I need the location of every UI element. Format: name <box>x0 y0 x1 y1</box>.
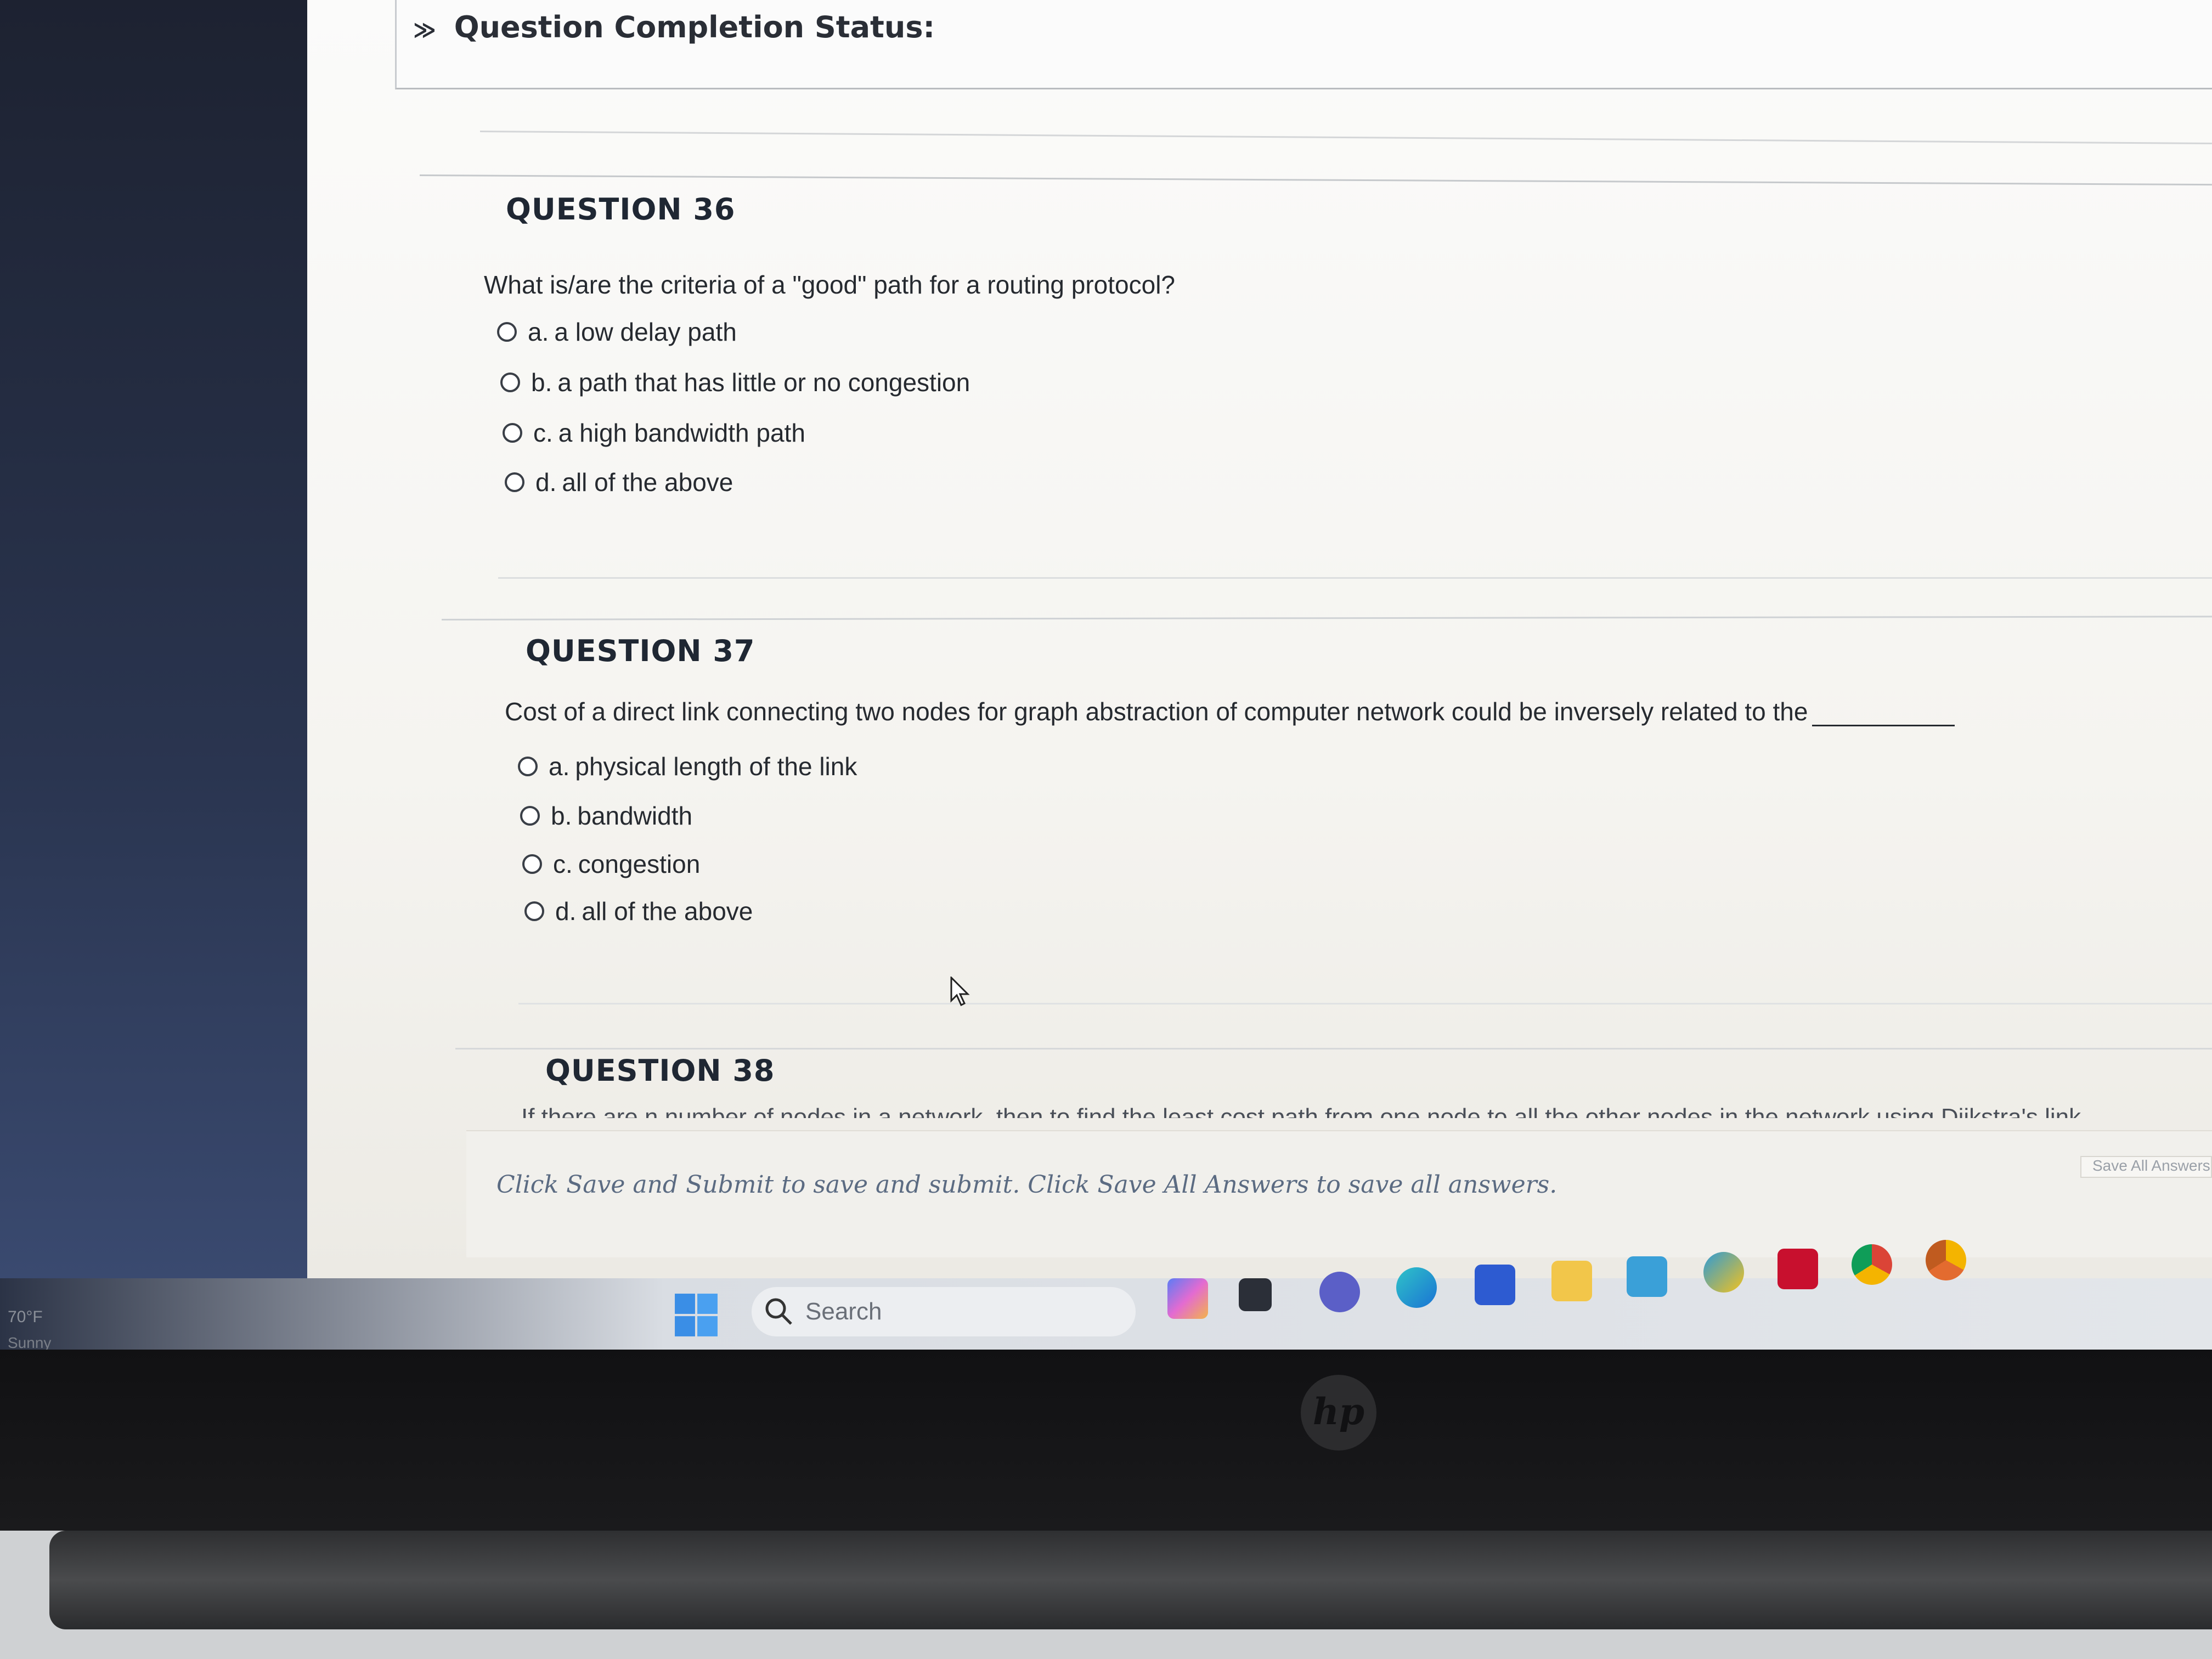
option-label: physical length of the link <box>575 752 857 781</box>
question-37-text: Cost of a direct link connecting two nod… <box>505 697 1955 726</box>
question-37-option-c[interactable]: c. congestion <box>522 849 700 879</box>
radio-button[interactable] <box>518 757 538 776</box>
question-36-heading: QUESTION 36 <box>506 192 736 227</box>
weather-description[interactable]: Sunny <box>8 1334 51 1350</box>
option-letter: d. <box>535 468 557 496</box>
option-letter: a. <box>528 318 549 346</box>
option-label: a path that has little or no congestion <box>557 368 970 397</box>
laptop-hinge <box>49 1531 2212 1629</box>
store-icon[interactable] <box>1475 1265 1515 1305</box>
hp-logo: hp <box>1301 1375 1376 1451</box>
task-view-icon[interactable] <box>1239 1278 1272 1311</box>
weather-temperature[interactable]: 70°F <box>8 1308 43 1327</box>
question-37-option-b[interactable]: b. bandwidth <box>520 801 692 831</box>
submit-footer: Click Save and Submit to save and submit… <box>466 1130 2212 1257</box>
radio-button[interactable] <box>500 373 520 392</box>
radio-button[interactable] <box>522 854 542 874</box>
option-label: a low delay path <box>554 318 737 346</box>
search-icon <box>765 1298 792 1325</box>
chrome-icon[interactable] <box>1852 1244 1892 1285</box>
option-label: a high bandwidth path <box>558 419 805 447</box>
search-placeholder: Search <box>805 1298 882 1325</box>
option-letter: d. <box>555 897 577 926</box>
file-explorer-icon[interactable] <box>1551 1261 1592 1301</box>
option-letter: a. <box>549 752 570 781</box>
question-completion-status-bar[interactable]: ≫ Question Completion Status: <box>395 0 2212 89</box>
question-36-option-c[interactable]: c. a high bandwidth path <box>503 418 805 448</box>
question-36-option-d[interactable]: d. all of the above <box>505 467 733 497</box>
mcafee-icon[interactable] <box>1778 1249 1818 1289</box>
screen: ≫ Question Completion Status: QUESTION 3… <box>0 0 2212 1350</box>
question-37-option-d[interactable]: d. all of the above <box>524 896 753 926</box>
svg-text:hp: hp <box>1313 1390 1364 1433</box>
divider <box>518 1003 2212 1005</box>
radio-button[interactable] <box>497 322 517 342</box>
option-letter: c. <box>553 850 573 878</box>
mouse-cursor-icon <box>950 977 970 1007</box>
taskbar-search-box[interactable]: Search <box>752 1287 1136 1336</box>
divider <box>498 577 2212 579</box>
app-icon[interactable] <box>1703 1252 1744 1293</box>
save-all-answers-button[interactable]: Save All Answers <box>2080 1156 2212 1178</box>
status-title-label: Question Completion Status: <box>454 10 935 44</box>
copilot-icon[interactable] <box>1167 1278 1208 1319</box>
status-title[interactable]: ≫ Question Completion Status: <box>413 10 935 44</box>
option-label: all of the above <box>562 468 733 496</box>
option-label: bandwidth <box>577 802 693 830</box>
divider <box>455 1048 2212 1049</box>
app-icon[interactable] <box>1627 1256 1667 1297</box>
question-37-option-a[interactable]: a. physical length of the link <box>518 752 857 781</box>
radio-button[interactable] <box>505 472 524 492</box>
option-letter: b. <box>531 368 552 397</box>
teams-icon[interactable] <box>1319 1272 1360 1312</box>
radio-button[interactable] <box>503 423 522 443</box>
question-37-heading: QUESTION 37 <box>526 634 755 668</box>
option-label: all of the above <box>582 897 753 926</box>
option-letter: b. <box>551 802 572 830</box>
question-38-text: If there are n number of nodes in a netw… <box>521 1104 2081 1118</box>
chrome-canary-icon[interactable] <box>1926 1240 1966 1280</box>
edge-icon[interactable] <box>1396 1267 1437 1308</box>
radio-button[interactable] <box>524 901 544 921</box>
laptop-bezel: hp <box>0 1350 2212 1531</box>
question-36-option-a[interactable]: a. a low delay path <box>497 317 737 347</box>
chevron-down-icon[interactable]: ≫ <box>413 18 436 43</box>
radio-button[interactable] <box>520 806 540 826</box>
option-label: congestion <box>578 850 701 878</box>
windows-start-icon[interactable] <box>674 1293 719 1338</box>
option-letter: c. <box>533 419 553 447</box>
question-37-text-body: Cost of a direct link connecting two nod… <box>505 697 1808 726</box>
question-36-text: What is/are the criteria of a "good" pat… <box>484 270 1176 299</box>
answer-blank <box>1812 703 1955 726</box>
footer-instruction: Click Save and Submit to save and submit… <box>496 1171 1558 1199</box>
question-36-option-b[interactable]: b. a path that has little or no congesti… <box>500 368 970 397</box>
question-38-heading: QUESTION 38 <box>545 1053 775 1088</box>
